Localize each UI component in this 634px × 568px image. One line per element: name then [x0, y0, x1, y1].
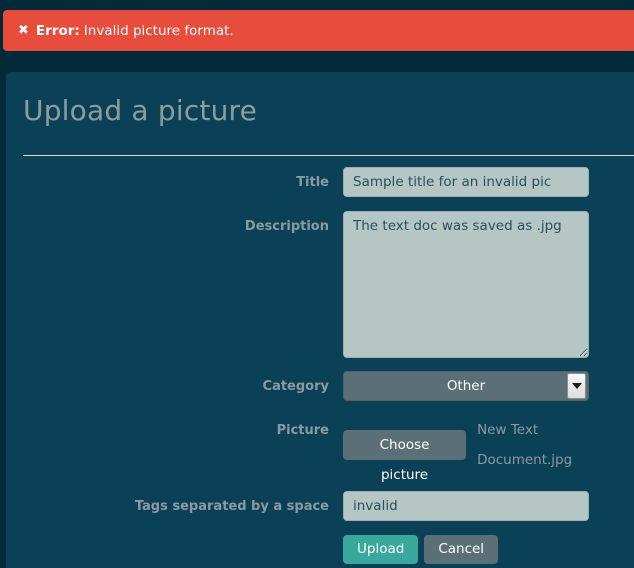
label-description: Description — [244, 219, 329, 234]
form-row-picture: Picture Choose picture New Text Document… — [6, 415, 634, 483]
selected-filename: New Text Document.jpg — [477, 422, 573, 468]
category-select[interactable]: Other — [343, 371, 589, 401]
alert-strong-label: Error: — [35, 22, 80, 39]
close-x-icon: ✖ — [18, 23, 29, 38]
action-buttons: Upload Cancel — [343, 535, 634, 564]
title-divider — [23, 155, 634, 156]
chevron-down-icon[interactable] — [567, 373, 586, 399]
upload-form: Title Description Category Other — [6, 167, 634, 564]
label-title: Title — [296, 175, 329, 190]
alert-region: ✖ Error: Invalid picture format. — [0, 0, 634, 62]
page-title: Upload a picture — [23, 94, 258, 127]
title-input[interactable] — [343, 167, 589, 197]
cancel-button[interactable]: Cancel — [424, 535, 499, 564]
form-row-title: Title — [6, 167, 634, 197]
error-alert: ✖ Error: Invalid picture format. — [3, 10, 634, 51]
alert-message: Invalid picture format. — [83, 22, 234, 39]
label-tags: Tags separated by a space — [134, 499, 329, 514]
tags-input[interactable] — [343, 491, 589, 521]
label-picture: Picture — [276, 423, 329, 438]
upload-button[interactable]: Upload — [343, 535, 419, 564]
choose-picture-button[interactable]: Choose picture — [343, 430, 467, 483]
category-selected-value: Other — [446, 378, 486, 394]
form-row-description: Description — [6, 211, 634, 358]
description-textarea[interactable] — [343, 211, 589, 358]
upload-panel: Upload a picture Title Description Categ… — [6, 72, 634, 568]
form-row-actions: Upload Cancel — [6, 535, 634, 564]
form-row-tags: Tags separated by a space — [6, 491, 634, 521]
label-category: Category — [262, 379, 329, 394]
form-row-category: Category Other — [6, 371, 634, 401]
